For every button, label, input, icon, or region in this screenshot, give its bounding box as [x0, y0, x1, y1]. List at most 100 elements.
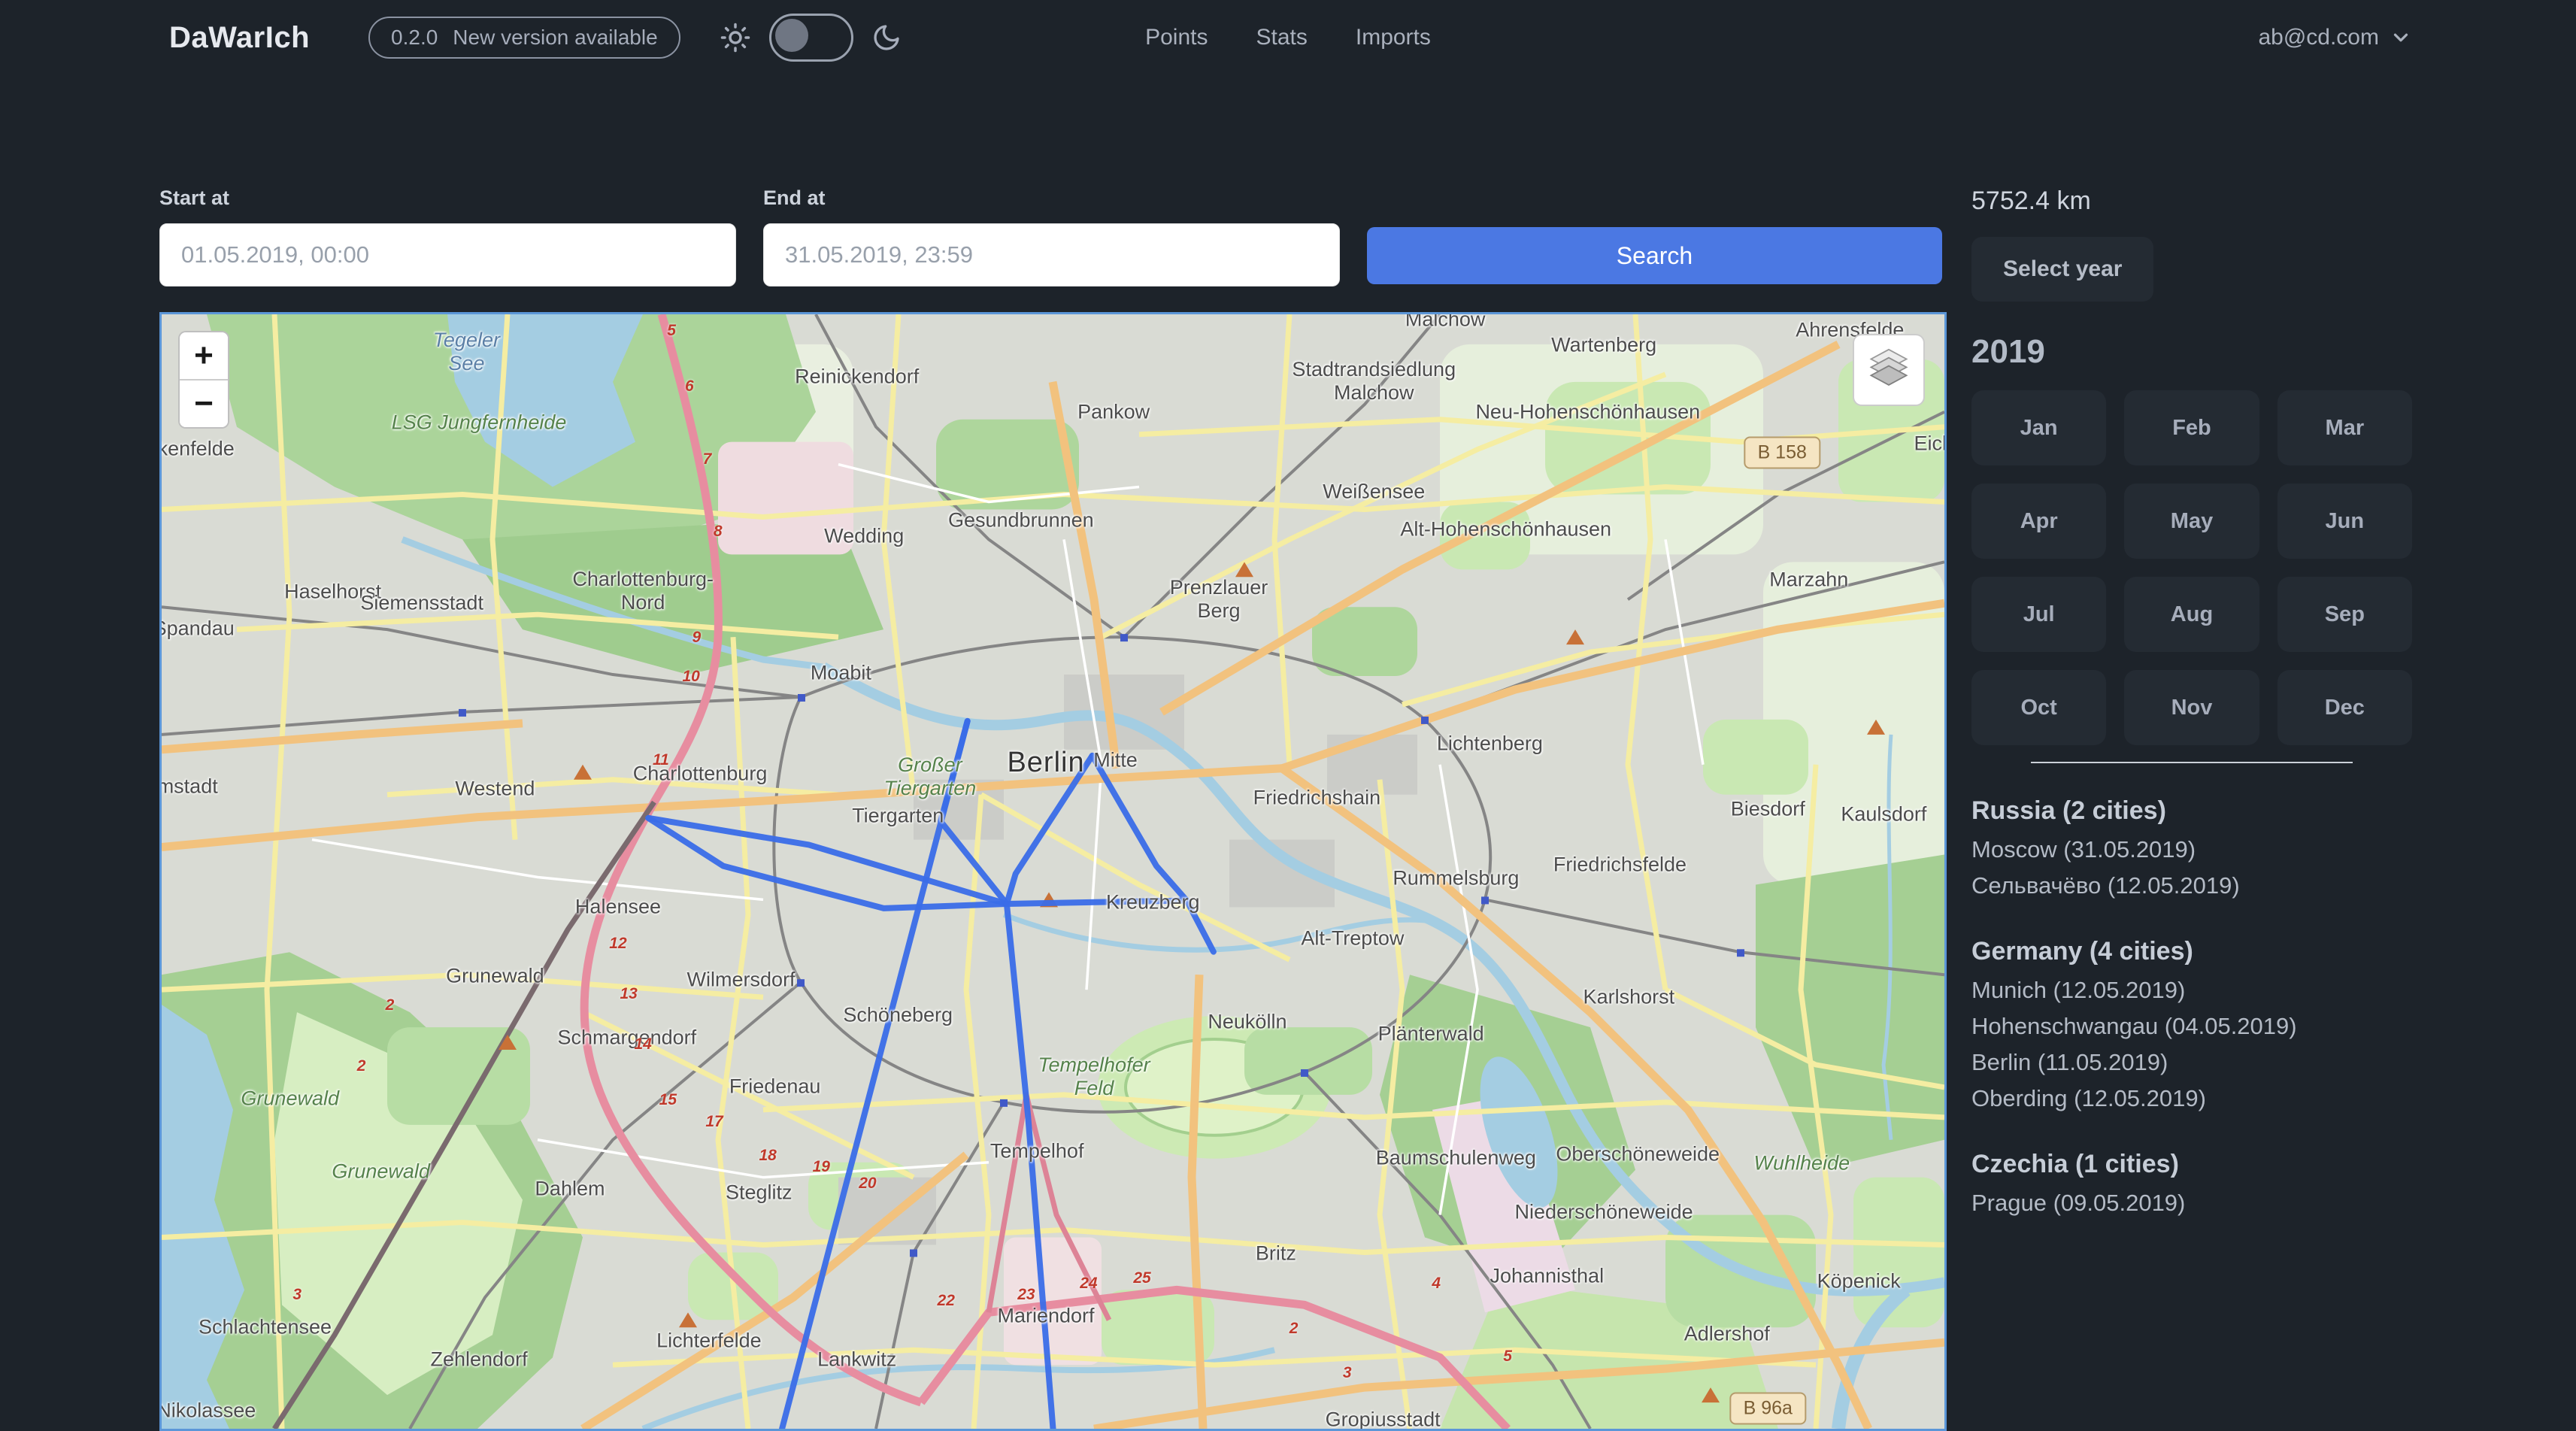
city-entry: Prague (09.05.2019) — [1971, 1185, 2412, 1221]
nav-link[interactable]: Stats — [1256, 25, 1307, 50]
motorway-exit-number: 17 — [705, 1113, 723, 1131]
month-button[interactable]: May — [2124, 484, 2259, 559]
user-menu[interactable]: ab@cd.com — [2258, 25, 2412, 50]
map-place-label: Friedenau — [729, 1075, 821, 1098]
map-container[interactable]: HakenfeldeSpandauHaselhorstSiemensstadtC… — [159, 312, 1947, 1431]
map-place-label: Gropiusstadt — [1326, 1408, 1441, 1431]
road-ref-badge: B 158 — [1744, 436, 1820, 468]
app-logo[interactable]: DaWarIch — [169, 21, 310, 55]
map-place-label: Oberschöneweide — [1556, 1143, 1720, 1166]
user-email: ab@cd.com — [2258, 25, 2379, 50]
map-place-label: Grunewald — [241, 1087, 339, 1111]
map-place-label: Wartenberg — [1551, 334, 1656, 357]
main-content: Start at End at Search — [0, 186, 2576, 1431]
map-place-label: Plänterwald — [1378, 1023, 1484, 1046]
motorway-exit-number: 2 — [357, 1057, 366, 1075]
map-place-label: Lankwitz — [817, 1348, 896, 1372]
map-place-label: Johannisthal — [1490, 1264, 1604, 1287]
zoom-in-button[interactable]: + — [180, 332, 228, 380]
map-place-label: Friedrichsfelde — [1553, 853, 1687, 877]
map-place-label: Reinickendorf — [795, 365, 919, 388]
motorway-exit-number: 9 — [692, 629, 701, 647]
map-labels: HakenfeldeSpandauHaselhorstSiemensstadtC… — [162, 314, 1944, 1429]
total-distance: 5752.4 km — [1971, 186, 2412, 216]
map-place-label: Friedrichshain — [1253, 787, 1381, 810]
motorway-exit-number: 3 — [1343, 1364, 1352, 1382]
city-entry: Сельвачёво (12.05.2019) — [1971, 868, 2412, 904]
map-place-label: Prenzlauer Berg — [1170, 576, 1268, 623]
motorway-exit-number: 11 — [653, 751, 669, 769]
map-place-label: Tempelhof — [990, 1139, 1084, 1163]
map-place-label: Mariendorf — [997, 1305, 1094, 1328]
map-place-label: Köpenick — [1817, 1270, 1901, 1293]
months-grid: JanFebMar AprMayJun JulAugSep OctNovDec — [1971, 390, 2412, 745]
nav-link[interactable]: Imports — [1356, 25, 1431, 50]
stats-sidebar: 5752.4 km Select year 2019 JanFebMarAprM… — [1971, 186, 2412, 1431]
map-place-label: Wuhlheide — [1754, 1152, 1850, 1175]
map-place-label: Halensee — [575, 896, 661, 919]
map-place-label: Gesundbrunnen — [948, 509, 1094, 532]
map-place-label: Grunewald — [332, 1160, 430, 1183]
theme-toggle[interactable] — [769, 14, 853, 62]
start-at-input[interactable] — [159, 223, 736, 287]
map-place-label: Zehlendorf — [430, 1348, 527, 1372]
end-at-label: End at — [763, 186, 1340, 210]
motorway-exit-number: 23 — [1017, 1286, 1035, 1304]
map-place-label: Malchow — [1405, 312, 1486, 332]
zoom-out-button[interactable]: − — [180, 380, 228, 427]
map-place-label: Adlershof — [1684, 1322, 1770, 1345]
map-place-label: elmstadt — [159, 775, 218, 799]
map-place-label: Nikolassee — [159, 1399, 256, 1423]
map-place-label: Britz — [1256, 1242, 1296, 1266]
map-place-label: Kreuzberg — [1106, 891, 1200, 914]
map-place-label: Dahlem — [535, 1178, 605, 1201]
map-place-label: LSG Jungfernheide — [392, 411, 567, 434]
city-entry: Moscow (31.05.2019) — [1971, 832, 2412, 868]
layers-icon — [1867, 348, 1911, 392]
map-place-label: Tiergarten — [852, 804, 944, 827]
map-place-label: Grunewald — [446, 965, 544, 988]
app: { "app": {"title": "DaWarIch", "version"… — [0, 0, 2576, 1427]
moon-icon — [871, 23, 902, 53]
motorway-exit-number: 6 — [685, 377, 694, 396]
main-nav: Points Stats Imports — [1145, 25, 1431, 50]
end-at-input[interactable] — [763, 223, 1340, 287]
map-place-label: Lichtenberg — [1437, 732, 1543, 755]
version-badge[interactable]: 0.2.0 New version available — [368, 17, 680, 59]
map-layers-control[interactable] — [1853, 334, 1925, 406]
motorway-exit-number: 25 — [1133, 1269, 1150, 1287]
month-button[interactable]: Jul — [1971, 577, 2106, 652]
map-place-label: Baumschulenweg — [1376, 1146, 1536, 1169]
motorway-exit-number: 20 — [859, 1175, 876, 1193]
motorway-exit-number: 2 — [386, 996, 395, 1014]
map-place-label: Marzahn — [1769, 568, 1848, 591]
motorway-exit-number: 14 — [634, 1035, 651, 1054]
month-button[interactable]: Sep — [2277, 577, 2412, 652]
search-button[interactable]: Search — [1367, 227, 1942, 284]
month-button[interactable]: Jun — [2277, 484, 2412, 559]
map-place-label: Hakenfelde — [159, 438, 235, 461]
month-button[interactable]: Feb — [2124, 390, 2259, 465]
map-place-label: Mitte — [1093, 748, 1138, 772]
motorway-exit-number: 8 — [714, 523, 723, 541]
motorway-exit-number: 7 — [703, 450, 712, 468]
map-place-label: Neukölln — [1208, 1011, 1286, 1034]
motorway-exit-number: 4 — [1432, 1275, 1441, 1293]
month-button[interactable]: Oct — [1971, 670, 2106, 745]
month-button[interactable]: Dec — [2277, 670, 2412, 745]
map-place-label: Karlshorst — [1583, 986, 1675, 1009]
version-number: 0.2.0 — [391, 26, 438, 50]
month-button[interactable]: Mar — [2277, 390, 2412, 465]
map-zoom-control: + − — [178, 331, 229, 429]
nav-link[interactable]: Points — [1145, 25, 1208, 50]
select-year-button[interactable]: Select year — [1971, 237, 2153, 302]
map-place-label: Eich — [1914, 432, 1947, 455]
country-heading: Germany (4 cities) — [1971, 937, 2412, 966]
road-ref-badge: B 96a — [1730, 1393, 1806, 1425]
map-column: Start at End at Search — [159, 186, 1942, 1431]
month-button[interactable]: Nov — [2124, 670, 2259, 745]
month-button[interactable]: Jan — [1971, 390, 2106, 465]
month-button[interactable]: Aug — [2124, 577, 2259, 652]
month-button[interactable]: Apr — [1971, 484, 2106, 559]
city-entry: Hohenschwangau (04.05.2019) — [1971, 1008, 2412, 1044]
